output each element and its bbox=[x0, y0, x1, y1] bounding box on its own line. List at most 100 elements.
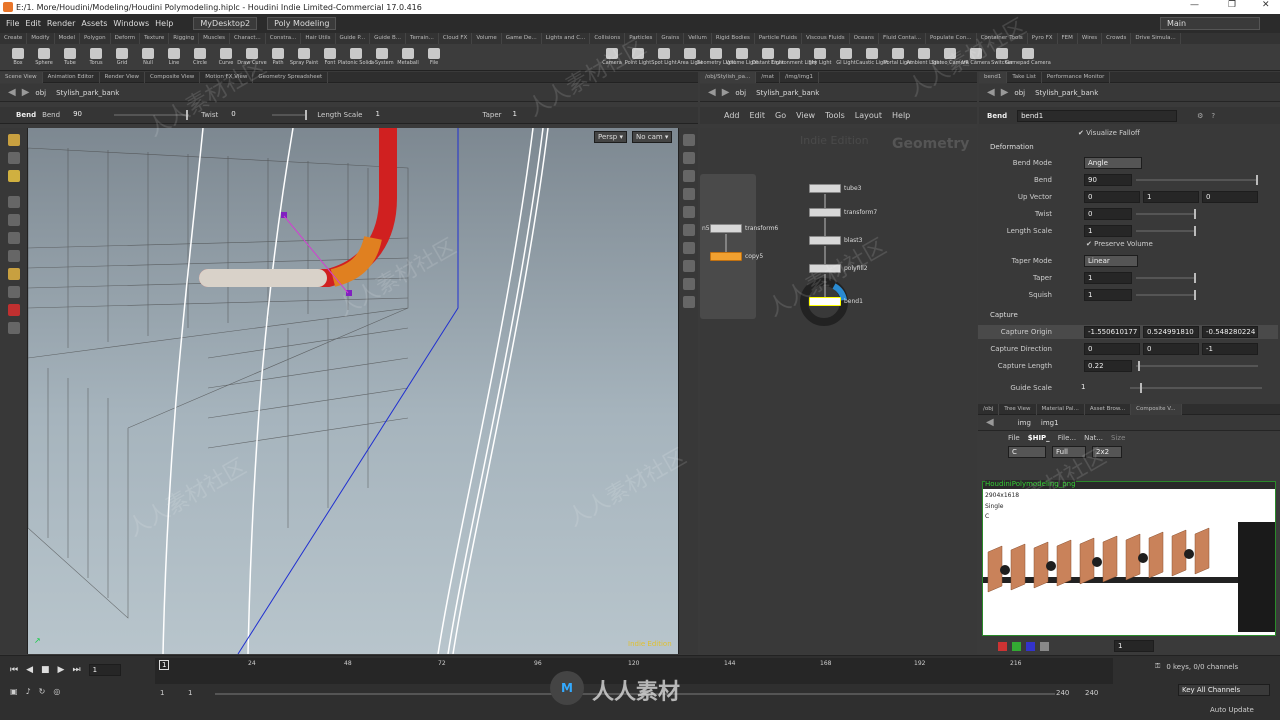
shelf-tool-torus[interactable]: Torus bbox=[84, 48, 108, 66]
shelf-tab[interactable]: Deform bbox=[111, 33, 141, 44]
handle-tool-icon[interactable] bbox=[7, 232, 20, 244]
op-twist-slider[interactable] bbox=[272, 110, 308, 120]
green-channel-icon[interactable] bbox=[1012, 641, 1021, 651]
path-obj[interactable]: obj bbox=[735, 89, 746, 97]
up-vector-z[interactable]: 0 bbox=[1202, 191, 1258, 203]
minimize-button[interactable]: — bbox=[1190, 0, 1199, 10]
auto-update-menu[interactable]: Auto Update bbox=[1210, 706, 1254, 714]
forward-arrow-icon[interactable]: ▶ bbox=[722, 87, 730, 98]
snap-tool-icon[interactable] bbox=[7, 250, 20, 262]
shelf-tool-box[interactable]: Box bbox=[6, 48, 30, 66]
shelf-tool-spray-paint[interactable]: Spray Paint bbox=[290, 48, 318, 66]
shelf-tab[interactable]: Guide B... bbox=[370, 33, 407, 44]
img-path-1[interactable]: img bbox=[1018, 419, 1031, 427]
network-menu-add[interactable]: Add bbox=[724, 111, 740, 120]
op-bend-field[interactable]: 90 bbox=[70, 109, 110, 121]
tab-img-network[interactable]: /img/img1 bbox=[780, 71, 819, 83]
shelf-tab[interactable]: Container Tools bbox=[977, 33, 1028, 44]
img-channel-menu[interactable]: C bbox=[1008, 445, 1046, 458]
network-menu-tools[interactable]: Tools bbox=[825, 111, 845, 120]
back-arrow-icon[interactable]: ◀ bbox=[987, 87, 995, 98]
display-option-icon[interactable] bbox=[682, 134, 695, 146]
settings-icon[interactable]: ◎ bbox=[53, 687, 60, 696]
op-taper-field[interactable]: 1 bbox=[510, 109, 550, 121]
shelf-tool-spot-light[interactable]: Spot Light bbox=[651, 48, 677, 66]
shelf-tool-null[interactable]: Null bbox=[136, 48, 160, 66]
shading-icon[interactable] bbox=[682, 188, 695, 200]
capture-direction-x[interactable]: 0 bbox=[1084, 343, 1140, 355]
shelf-tab[interactable]: Texture bbox=[140, 33, 170, 44]
shelf-tool-path[interactable]: Path bbox=[266, 48, 290, 66]
range-start-field[interactable]: 1 bbox=[160, 689, 164, 697]
menu-render[interactable]: Render bbox=[47, 19, 75, 28]
frame-marker[interactable]: 1 bbox=[159, 660, 170, 670]
tab-asset-browser[interactable]: Asset Brow... bbox=[1085, 403, 1132, 415]
shelf-tab[interactable]: Lights and C... bbox=[542, 33, 591, 44]
audio-icon[interactable]: ♪ bbox=[26, 687, 31, 696]
paint-tool-icon[interactable] bbox=[7, 322, 20, 334]
alpha-channel-icon[interactable] bbox=[1040, 641, 1049, 651]
shelf-tool-line[interactable]: Line bbox=[162, 48, 186, 66]
forward-arrow-icon[interactable]: ▶ bbox=[22, 87, 30, 98]
key-icon[interactable]: ⚿ bbox=[1155, 662, 1160, 671]
scale-tool-icon[interactable] bbox=[7, 214, 20, 226]
shelf-tab[interactable]: Model bbox=[55, 33, 81, 44]
shelf-tab[interactable]: Particle Fluids bbox=[755, 33, 802, 44]
back-arrow-icon[interactable]: ◀ bbox=[986, 417, 994, 428]
shelf-tab[interactable]: Vellum bbox=[684, 33, 712, 44]
shelf-tab[interactable]: Volume bbox=[472, 33, 502, 44]
tab-bend1-parms[interactable]: bend1 bbox=[979, 71, 1008, 83]
tab-material-palette[interactable]: Material Pal... bbox=[1037, 403, 1085, 415]
shelf-tab[interactable]: Rigid Bodies bbox=[712, 33, 755, 44]
tab-mat-network[interactable]: /mat bbox=[756, 71, 781, 83]
path-node[interactable]: Stylish_park_bank bbox=[1035, 89, 1098, 97]
preserve-volume-checkbox[interactable]: ✔ Preserve Volume bbox=[1086, 240, 1153, 248]
up-vector-x[interactable]: 0 bbox=[1084, 191, 1140, 203]
shelf-tool-circle[interactable]: Circle bbox=[188, 48, 212, 66]
length-scale-field[interactable]: 1 bbox=[1084, 225, 1132, 237]
shelf-tab[interactable]: Fluid Contai... bbox=[879, 33, 926, 44]
shelf-tool-stereo-camera[interactable]: Stereo Camera bbox=[931, 48, 969, 66]
tab-motion-fx-view[interactable]: Motion FX View bbox=[200, 71, 254, 83]
select-tool-icon[interactable] bbox=[7, 134, 20, 146]
path-node[interactable]: Stylish_park_bank bbox=[756, 89, 819, 97]
bend-slider[interactable] bbox=[1136, 175, 1258, 185]
main-dropdown[interactable]: Main bbox=[1160, 17, 1260, 30]
bend-mode-menu[interactable]: Angle bbox=[1084, 157, 1142, 169]
stop-icon[interactable]: ■ bbox=[41, 665, 50, 675]
shelf-tab[interactable]: Hair Utils bbox=[301, 33, 336, 44]
shelf-tool-file[interactable]: File bbox=[422, 48, 446, 66]
capture-direction-y[interactable]: 0 bbox=[1143, 343, 1199, 355]
desktop-dropdown[interactable]: MyDesktop2 bbox=[193, 17, 258, 30]
shelf-tool-draw-curve[interactable]: Draw Curve bbox=[237, 48, 267, 66]
shelf-tab[interactable]: Muscles bbox=[199, 33, 230, 44]
deformation-section[interactable]: Deformation bbox=[990, 143, 1034, 151]
shelf-tab[interactable]: Grains bbox=[657, 33, 685, 44]
tab-geometry-spreadsheet[interactable]: Geometry Spreadsheet bbox=[253, 71, 329, 83]
shelf-tab[interactable]: FEM bbox=[1058, 33, 1078, 44]
key-all-channels-menu[interactable]: Key All Channels bbox=[1178, 684, 1270, 696]
shelf-tab[interactable]: Populate Con... bbox=[926, 33, 977, 44]
shelf-tab[interactable]: Wires bbox=[1078, 33, 1103, 44]
op-length-scale-field[interactable]: 1 bbox=[372, 109, 462, 121]
normal-display-icon[interactable] bbox=[682, 278, 695, 290]
shelf-tab[interactable]: Rigging bbox=[169, 33, 200, 44]
capture-origin-z[interactable]: -0.548280224 bbox=[1202, 326, 1258, 338]
shelf-tab[interactable]: Terrain... bbox=[406, 33, 439, 44]
network-editor[interactable]: Indie Edition Geometry n5 tube3 transfor… bbox=[700, 128, 977, 654]
tab-composite-view[interactable]: Composite View bbox=[145, 71, 201, 83]
squish-field[interactable]: 1 bbox=[1084, 289, 1132, 301]
lock-icon[interactable] bbox=[682, 152, 695, 164]
guide-scale-slider[interactable] bbox=[1130, 383, 1262, 393]
tab-tree-view[interactable]: Tree View bbox=[999, 403, 1037, 415]
shelf-tab[interactable]: Create bbox=[0, 33, 28, 44]
shelf-tab[interactable]: Particles bbox=[625, 33, 658, 44]
taper-mode-menu[interactable]: Linear bbox=[1084, 255, 1138, 267]
squish-slider[interactable] bbox=[1136, 290, 1196, 300]
tab-obj-network[interactable]: /obj/Stylish_pa... bbox=[700, 71, 757, 83]
shelf-tab[interactable]: Modify bbox=[27, 33, 55, 44]
shelf-tool-curve[interactable]: Curve bbox=[214, 48, 238, 66]
tab-obj[interactable]: /obj bbox=[978, 403, 1000, 415]
capture-origin-y[interactable]: 0.524991810 bbox=[1143, 326, 1199, 338]
path-node[interactable]: Stylish_park_bank bbox=[56, 89, 119, 97]
